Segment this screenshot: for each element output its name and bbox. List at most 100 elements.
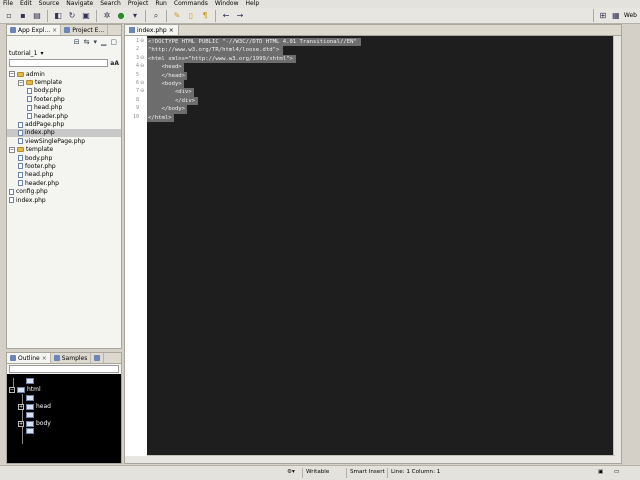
- code-area[interactable]: <!DOCTYPE HTML PUBLIC "-//W3C//DTD HTML …: [147, 36, 615, 457]
- tab-outline[interactable]: Outline ×: [7, 353, 51, 363]
- collapse-toggle-icon[interactable]: −: [9, 71, 15, 78]
- tree-file[interactable]: body.php: [7, 154, 121, 162]
- fold-marker-icon[interactable]: ⊖: [140, 55, 144, 61]
- external-tools-icon[interactable]: ▾: [129, 10, 141, 22]
- tree-folder[interactable]: − template: [7, 146, 121, 154]
- tab-snippets[interactable]: [91, 353, 105, 363]
- code-line[interactable]: "http://www.w3.org/TR/html4/loose.dtd">: [148, 46, 279, 54]
- menu-item-commands[interactable]: Commands: [174, 0, 208, 8]
- collapse-toggle-icon[interactable]: −: [9, 386, 15, 393]
- outline-filter-input[interactable]: [9, 365, 119, 373]
- highlight-icon[interactable]: ▯: [185, 10, 197, 22]
- outline-node[interactable]: + body: [18, 420, 51, 427]
- project-selector[interactable]: tutorial_1 ▾: [7, 48, 121, 58]
- maximize-icon[interactable]: ▢: [110, 38, 117, 46]
- show-whitespace-icon[interactable]: ¶: [199, 10, 211, 22]
- link-editor-icon[interactable]: ⇆: [84, 38, 90, 46]
- collapse-toggle-icon[interactable]: −: [18, 79, 24, 86]
- tree-file[interactable]: index.php: [7, 196, 121, 204]
- toolbar-separator: [215, 9, 216, 22]
- web-perspective-icon[interactable]: ▦: [611, 10, 621, 22]
- debug-icon[interactable]: ✲: [101, 10, 113, 22]
- close-icon[interactable]: ×: [52, 27, 57, 34]
- code-line[interactable]: <head>: [148, 63, 181, 71]
- case-sensitive-button[interactable]: aA: [110, 60, 119, 67]
- menu-item-edit[interactable]: Edit: [20, 0, 32, 8]
- minimize-icon[interactable]: ▁: [101, 38, 106, 46]
- terminal-icon[interactable]: ▣: [80, 10, 92, 22]
- menu-item-file[interactable]: File: [3, 0, 13, 8]
- menu-item-run[interactable]: Run: [155, 0, 167, 8]
- tree-file[interactable]: viewSinglePage.php: [7, 137, 121, 145]
- annotation-icon[interactable]: ✎: [171, 10, 183, 22]
- print-icon[interactable]: ▤: [31, 10, 43, 22]
- code-line[interactable]: </head>: [148, 72, 185, 80]
- tree-file[interactable]: footer.php: [7, 162, 121, 170]
- code-line[interactable]: <body>: [148, 80, 181, 88]
- vertical-scrollbar[interactable]: [613, 36, 621, 457]
- code-line[interactable]: </html>: [148, 114, 172, 122]
- open-type-icon[interactable]: ◧: [52, 10, 64, 22]
- refresh-icon[interactable]: ↻: [66, 10, 78, 22]
- tree-file[interactable]: footer.php: [7, 95, 121, 103]
- tab-project-explorer[interactable]: Project E...: [61, 25, 109, 35]
- tree-file[interactable]: header.php: [7, 112, 121, 120]
- menu-item-window[interactable]: Window: [215, 0, 239, 8]
- perspective-label[interactable]: Web: [624, 12, 637, 19]
- collapse-toggle-icon[interactable]: −: [9, 146, 15, 153]
- open-perspective-icon[interactable]: ⊞: [598, 10, 608, 22]
- outline-node[interactable]: [26, 394, 36, 401]
- updates-icon[interactable]: ▣: [598, 469, 603, 475]
- outline-node[interactable]: [26, 378, 36, 384]
- tree-file[interactable]: header.php: [7, 179, 121, 187]
- collapse-all-icon[interactable]: ⊟: [74, 38, 80, 46]
- outline-node[interactable]: + head: [18, 403, 51, 410]
- fold-marker-icon[interactable]: ⊖: [140, 88, 144, 94]
- view-menu-icon[interactable]: ▾: [93, 38, 97, 46]
- outline-node[interactable]: [26, 428, 36, 435]
- status-separator: [346, 468, 347, 478]
- fold-marker-icon[interactable]: ⊖: [140, 63, 144, 69]
- tree-file[interactable]: body.php: [7, 87, 121, 95]
- tree-file[interactable]: head.php: [7, 104, 121, 112]
- progress-icon[interactable]: ▭: [614, 469, 619, 475]
- tree-file[interactable]: index.php: [7, 128, 121, 138]
- close-icon[interactable]: ×: [42, 355, 47, 362]
- fold-marker-icon[interactable]: ⊖: [140, 80, 144, 86]
- project-name: tutorial_1: [9, 49, 38, 57]
- tree-folder[interactable]: − admin: [7, 70, 121, 78]
- tree-file[interactable]: addPage.php: [7, 120, 121, 128]
- outline-node[interactable]: [26, 411, 36, 418]
- collapse-toggle-icon[interactable]: +: [18, 403, 24, 410]
- outline-tabbar: Outline × Samples: [7, 353, 121, 364]
- code-line[interactable]: <div>: [148, 88, 192, 96]
- menu-item-search[interactable]: Search: [100, 0, 121, 8]
- menu-item-navigate[interactable]: Navigate: [66, 0, 93, 8]
- tab-samples[interactable]: Samples: [51, 353, 92, 363]
- code-line[interactable]: <!DOCTYPE HTML PUBLIC "-//W3C//DTD HTML …: [148, 38, 357, 46]
- code-line[interactable]: </div>: [148, 97, 195, 105]
- tree-file[interactable]: head.php: [7, 171, 121, 179]
- status-separator: [302, 468, 303, 478]
- outline-node[interactable]: − html: [9, 386, 41, 393]
- forward-icon[interactable]: →: [234, 10, 246, 22]
- menu-item-source[interactable]: Source: [39, 0, 60, 8]
- tab-app-explorer[interactable]: App Expl... ×: [7, 25, 62, 35]
- menu-item-project[interactable]: Project: [128, 0, 149, 8]
- tree-file[interactable]: config.php: [7, 187, 121, 195]
- search-icon[interactable]: ⌕: [150, 10, 162, 22]
- tree-folder[interactable]: − template: [7, 78, 121, 86]
- new-icon[interactable]: ▫: [3, 10, 15, 22]
- back-icon[interactable]: ←: [220, 10, 232, 22]
- run-icon[interactable]: ●: [115, 10, 127, 22]
- close-icon[interactable]: ×: [169, 27, 174, 34]
- menu-item-help[interactable]: Help: [246, 0, 260, 8]
- tab-index-php[interactable]: index.php ×: [125, 25, 179, 35]
- save-icon[interactable]: ▪: [17, 10, 29, 22]
- filter-input[interactable]: [9, 59, 109, 67]
- fold-marker-icon[interactable]: ⊖: [140, 38, 144, 44]
- code-line[interactable]: </body>: [148, 105, 185, 113]
- horizontal-scrollbar[interactable]: [147, 455, 615, 463]
- code-line[interactable]: <html xmlns="http://www.w3.org/1999/xhtm…: [148, 55, 293, 63]
- collapse-toggle-icon[interactable]: +: [18, 420, 24, 427]
